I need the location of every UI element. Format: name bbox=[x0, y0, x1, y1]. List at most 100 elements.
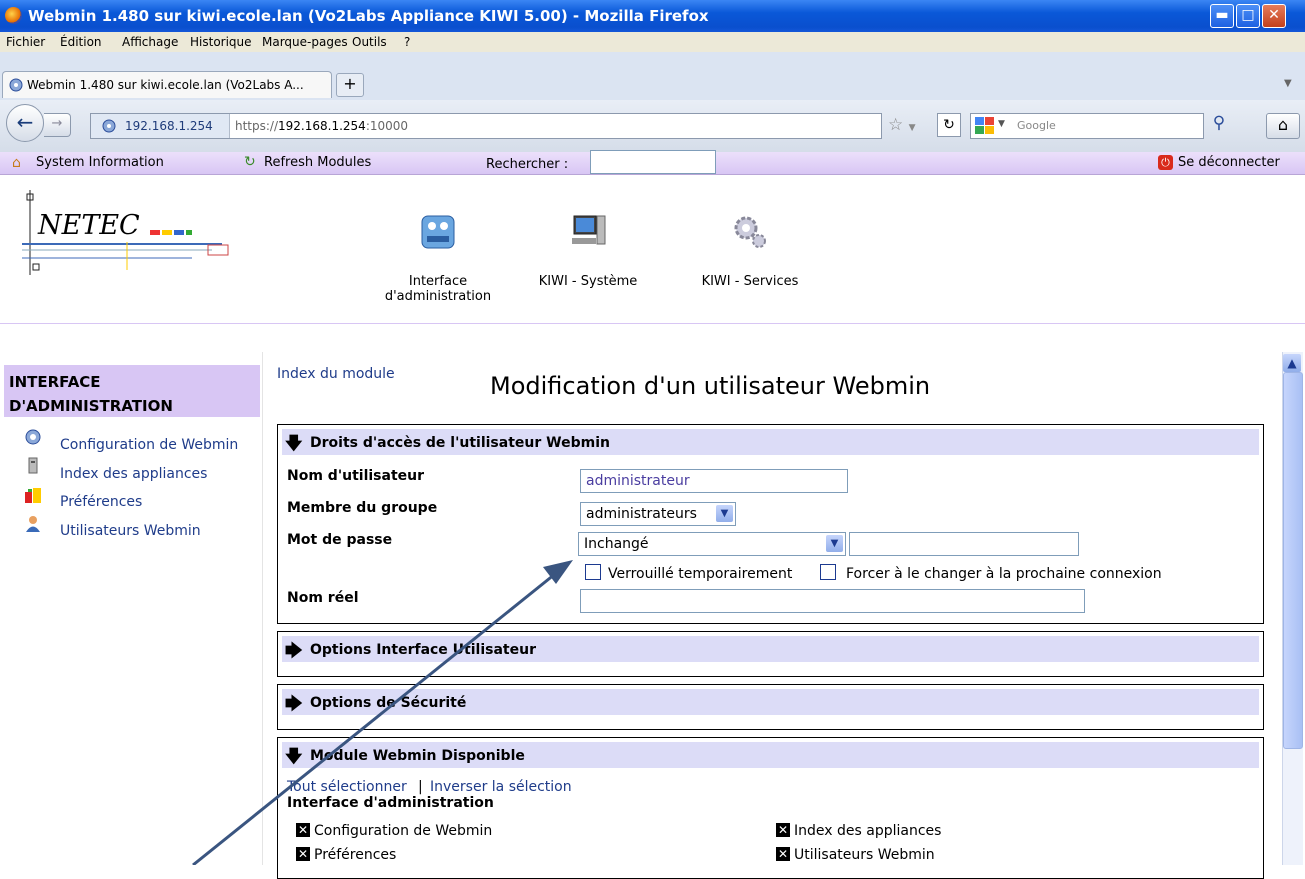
users-icon bbox=[26, 516, 40, 532]
sidebar-item-utilisateurs[interactable]: Utilisateurs Webmin bbox=[60, 523, 201, 539]
module-label: KIWI - Système bbox=[538, 274, 638, 289]
chevron-down-icon: ▼ bbox=[716, 505, 733, 522]
sidebar-divider bbox=[262, 352, 263, 865]
module-checkbox-configuration[interactable]: ✕ bbox=[296, 823, 310, 837]
section-header[interactable]: 🡇 Module Webmin Disponible bbox=[282, 742, 1259, 768]
new-tab-button[interactable]: + bbox=[336, 73, 364, 97]
locked-checkbox[interactable] bbox=[585, 564, 601, 580]
header-divider bbox=[0, 323, 1305, 324]
menu-fichier[interactable]: Fichier bbox=[6, 35, 45, 49]
module-label-index-appliances: Index des appliances bbox=[794, 823, 942, 839]
menu-help[interactable]: ? bbox=[404, 35, 410, 49]
preferences-icon bbox=[25, 488, 41, 503]
menu-edition[interactable]: Édition bbox=[60, 35, 102, 49]
bookmark-star-icon[interactable]: ☆ ▼ bbox=[888, 115, 916, 135]
module-checkbox-utilisateurs[interactable]: ✕ bbox=[776, 847, 790, 861]
webmin-config-icon bbox=[25, 429, 41, 445]
tab-label: Webmin 1.480 sur kiwi.ecole.lan (Vo2Labs… bbox=[27, 78, 304, 92]
section-security-options: 🡆 Options de Sécurité bbox=[277, 684, 1264, 730]
module-label: Interface bbox=[408, 274, 468, 289]
sidebar-item-preferences[interactable]: Préférences bbox=[60, 494, 142, 510]
gears-icon bbox=[734, 216, 766, 248]
link-separator: | bbox=[418, 779, 423, 795]
category-heading: Interface d'administration bbox=[287, 795, 494, 811]
power-icon: ⏻ bbox=[1158, 155, 1173, 170]
refresh-modules-link[interactable]: Refresh Modules bbox=[264, 155, 371, 170]
module-checkbox-index-appliances[interactable]: ✕ bbox=[776, 823, 790, 837]
arrow-down-icon: 🡇 bbox=[285, 434, 303, 454]
tab-list-icon[interactable]: ▼ bbox=[1284, 78, 1292, 89]
appliance-icon bbox=[28, 457, 38, 474]
section-header[interactable]: 🡆 Options de Sécurité bbox=[282, 689, 1259, 715]
page-title: Modification d'un utilisateur Webmin bbox=[490, 372, 931, 400]
module-index-link[interactable]: Index du module bbox=[277, 366, 395, 382]
window-title: Webmin 1.480 sur kiwi.ecole.lan (Vo2Labs… bbox=[28, 7, 709, 25]
home-icon[interactable]: ⌂ bbox=[1266, 113, 1300, 139]
logo-text: NETEC bbox=[38, 210, 140, 241]
module-kiwi-systeme[interactable]: KIWI - Système bbox=[518, 212, 658, 289]
minimize-button[interactable]: ▬ bbox=[1210, 4, 1234, 28]
menu-marque-pages[interactable]: Marque-pages bbox=[262, 35, 348, 49]
arrow-down-icon: 🡇 bbox=[285, 747, 303, 767]
menu-outils[interactable]: Outils bbox=[352, 35, 387, 49]
refresh-icon: ↻ bbox=[244, 154, 256, 170]
window-titlebar: Webmin 1.480 sur kiwi.ecole.lan (Vo2Labs… bbox=[0, 0, 1305, 32]
username-input[interactable]: administrateur bbox=[580, 469, 848, 493]
group-select[interactable]: administrateurs ▼ bbox=[580, 502, 736, 526]
search-input[interactable]: ▼ Google bbox=[970, 113, 1204, 139]
section-ui-options: 🡆 Options Interface Utilisateur bbox=[277, 631, 1264, 677]
rechercher-input[interactable] bbox=[590, 150, 716, 174]
module-interface-administration[interactable]: Interface d'administration bbox=[368, 212, 508, 304]
chevron-down-icon: ▼ bbox=[826, 535, 843, 552]
forward-button[interactable]: → bbox=[44, 113, 71, 137]
realname-input[interactable] bbox=[580, 589, 1085, 613]
logout-link[interactable]: Se déconnecter bbox=[1178, 155, 1280, 170]
scroll-up-icon[interactable]: ▲ bbox=[1283, 354, 1301, 372]
password-input[interactable] bbox=[849, 532, 1079, 556]
webmin-icon bbox=[102, 119, 116, 133]
group-label: Membre du groupe bbox=[287, 500, 438, 516]
webmin-icon bbox=[9, 78, 23, 92]
module-label-2: d'administration bbox=[384, 289, 492, 304]
section-header[interactable]: 🡆 Options Interface Utilisateur bbox=[282, 636, 1259, 662]
admin-panel-icon bbox=[421, 215, 455, 249]
scrollbar-thumb[interactable] bbox=[1283, 372, 1303, 749]
module-checkbox-preferences[interactable]: ✕ bbox=[296, 847, 310, 861]
system-information-link[interactable]: System Information bbox=[36, 155, 164, 170]
force-change-checkbox[interactable] bbox=[820, 564, 836, 580]
select-all-link[interactable]: Tout sélectionner bbox=[287, 779, 407, 795]
google-icon bbox=[975, 117, 994, 134]
close-button[interactable]: ✕ bbox=[1262, 4, 1286, 28]
password-label: Mot de passe bbox=[287, 532, 393, 548]
arrow-right-icon: 🡆 bbox=[285, 694, 303, 714]
invert-selection-link[interactable]: Inverser la sélection bbox=[430, 779, 572, 795]
section-header[interactable]: 🡇 Droits d'accès de l'utilisateur Webmin bbox=[282, 429, 1259, 455]
username-label: Nom d'utilisateur bbox=[287, 468, 424, 484]
sidebar-item-index-appliances[interactable]: Index des appliances bbox=[60, 466, 207, 482]
computer-icon bbox=[572, 215, 606, 245]
netec-logo: NETEC bbox=[22, 190, 232, 280]
force-change-label: Forcer à le changer à la prochaine conne… bbox=[846, 566, 1162, 582]
back-button[interactable]: ← bbox=[6, 104, 44, 142]
password-mode-select[interactable]: Inchangé ▼ bbox=[578, 532, 846, 556]
module-label-configuration: Configuration de Webmin bbox=[314, 823, 493, 839]
site-identity[interactable]: 192.168.1.254 bbox=[91, 114, 230, 138]
menu-affichage[interactable]: Affichage bbox=[122, 35, 178, 49]
module-kiwi-services[interactable]: KIWI - Services bbox=[680, 212, 820, 289]
identity-label: 192.168.1.254 bbox=[125, 119, 213, 133]
realname-label: Nom réel bbox=[287, 590, 359, 606]
sidebar-item-configuration[interactable]: Configuration de Webmin bbox=[60, 437, 238, 453]
search-magnifier-icon[interactable]: ⚲ bbox=[1205, 113, 1233, 137]
tab-webmin[interactable]: Webmin 1.480 sur kiwi.ecole.lan (Vo2Labs… bbox=[2, 71, 332, 98]
firefox-icon bbox=[5, 7, 22, 24]
maximize-button[interactable]: □ bbox=[1236, 4, 1260, 28]
arrow-right-icon: 🡆 bbox=[285, 641, 303, 661]
module-label-preferences: Préférences bbox=[314, 847, 397, 863]
menu-historique[interactable]: Historique bbox=[190, 35, 252, 49]
menu-bar: Fichier Édition Affichage Historique Mar… bbox=[0, 32, 1305, 52]
url-bar[interactable]: 192.168.1.254 https://192.168.1.254:1000… bbox=[90, 113, 882, 139]
locked-label: Verrouillé temporairement bbox=[608, 566, 793, 582]
search-label: Rechercher : bbox=[486, 157, 569, 172]
reload-icon[interactable]: ↻ bbox=[937, 113, 961, 137]
sidebar-heading: INTERFACE D'ADMINISTRATION bbox=[4, 365, 260, 417]
